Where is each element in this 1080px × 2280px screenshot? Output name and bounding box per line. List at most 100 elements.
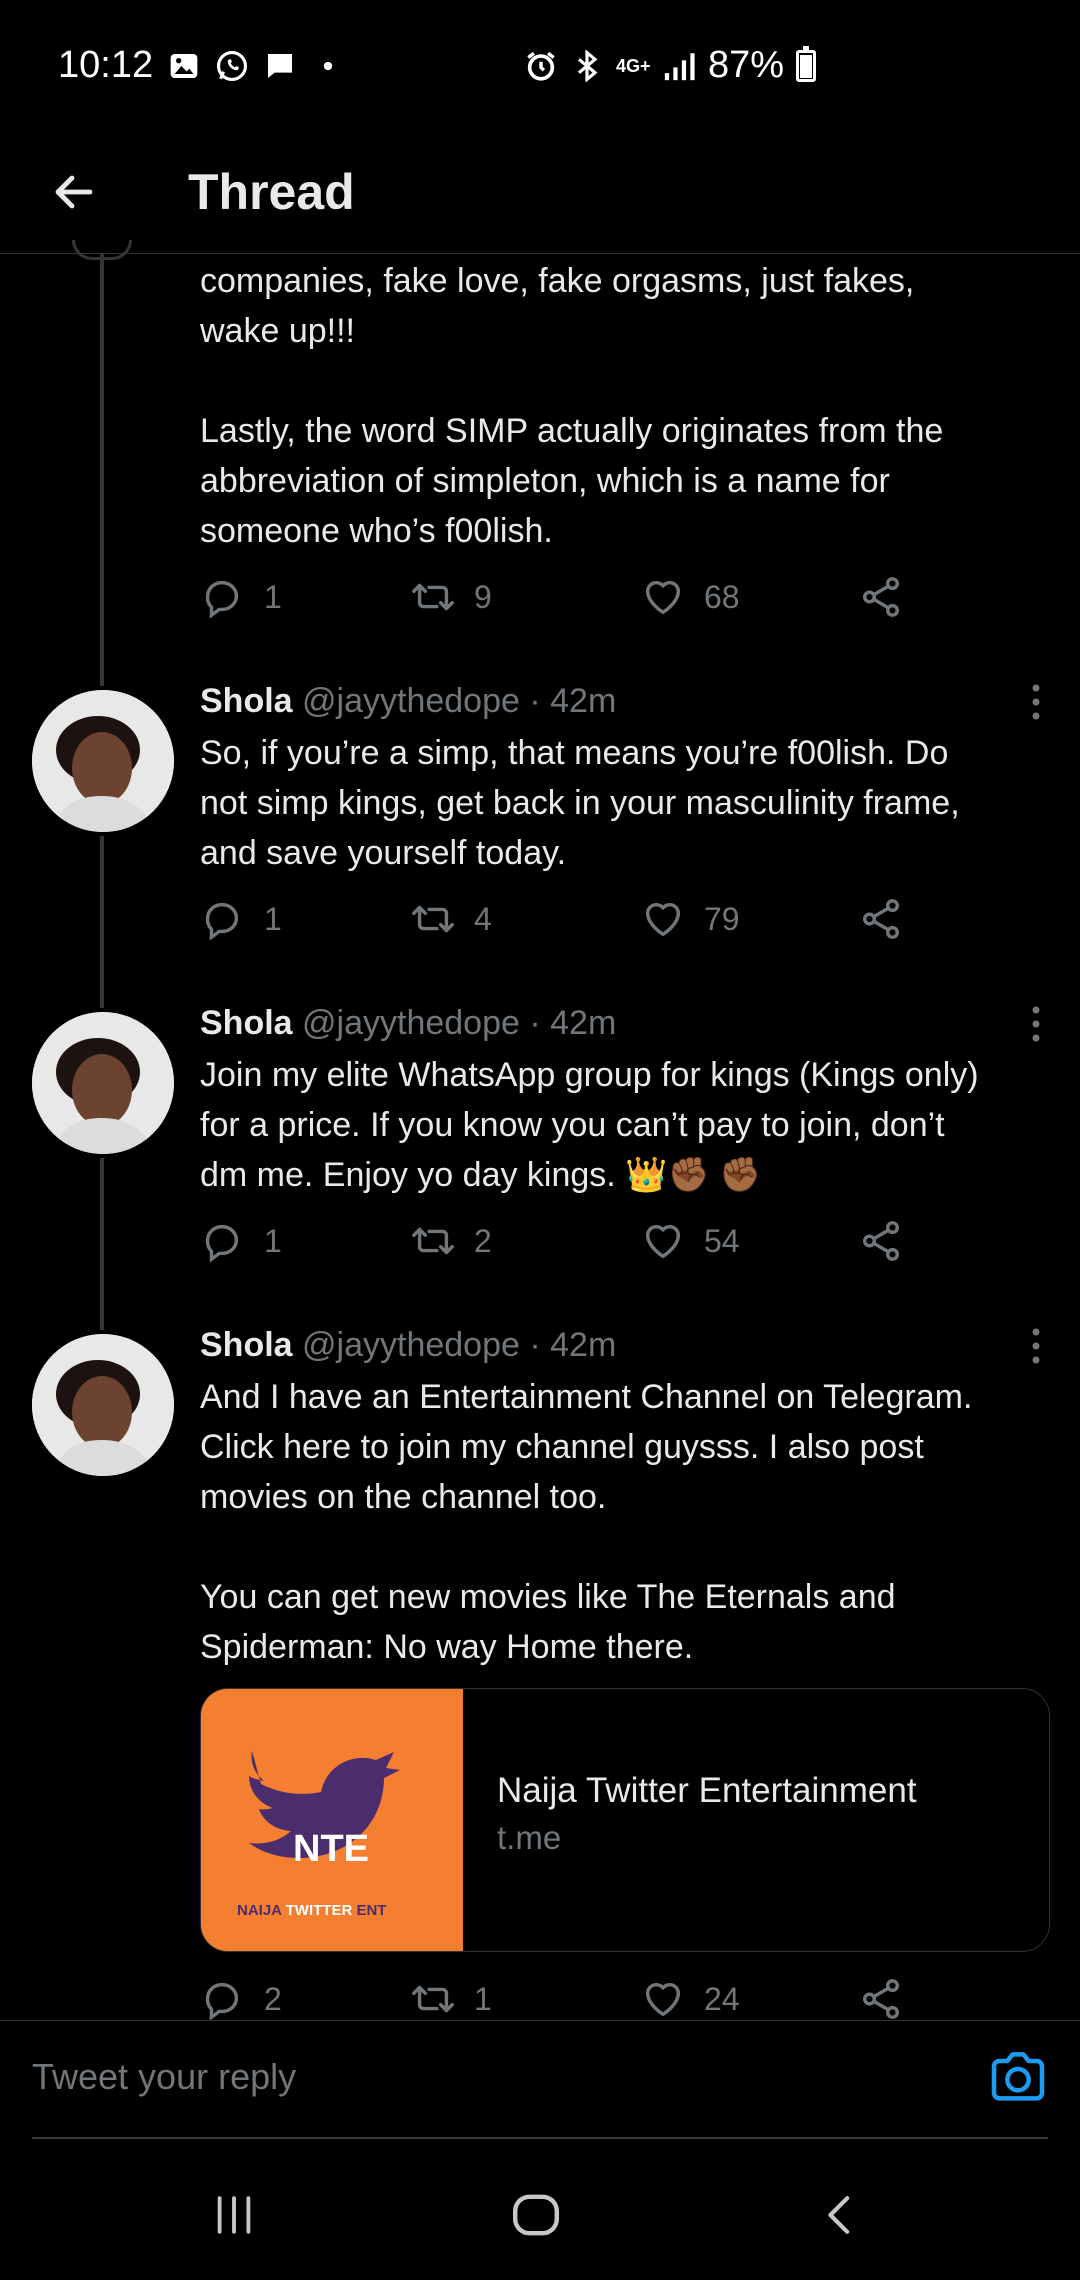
more-button[interactable] <box>1026 1326 1046 1366</box>
tweet-time: · 42m <box>529 1004 617 1042</box>
avatar[interactable] <box>32 1334 174 1476</box>
more-button[interactable] <box>1026 682 1046 722</box>
reply-input[interactable] <box>32 2047 952 2107</box>
system-nav-bar <box>0 2140 1080 2280</box>
share-icon <box>862 1979 900 2019</box>
retweet-button[interactable]: 9 <box>410 574 492 620</box>
reply-button[interactable]: 1 <box>200 896 282 942</box>
reply-count: 1 <box>264 900 282 937</box>
message-icon <box>263 49 297 83</box>
tweet-header: Shola @jayythedope · 42m <box>200 1320 616 1370</box>
dot-icon <box>311 49 345 83</box>
reply-underline <box>32 2137 1048 2139</box>
more-button[interactable] <box>1026 1004 1046 1044</box>
more-vertical-icon <box>1032 1006 1040 1042</box>
thread-connector <box>100 836 104 1008</box>
thread-connector <box>100 1158 104 1330</box>
svg-text:NAIJA TWITTER ENT: NAIJA TWITTER ENT <box>237 1902 386 1919</box>
tweet-text: companies, fake love, fake orgasms, just… <box>200 262 944 550</box>
retweet-count: 1 <box>474 1980 492 2017</box>
card-domain: t.me <box>497 1819 562 1856</box>
like-button[interactable]: 54 <box>640 1218 740 1264</box>
status-right: 4G+ 87% <box>524 44 816 87</box>
tweet-actions: 1 4 79 <box>200 896 920 956</box>
back-button[interactable] <box>42 160 106 224</box>
retweet-count: 2 <box>474 1222 492 1259</box>
retweet-count: 4 <box>474 900 492 937</box>
card-title: Naija Twitter Entertainment <box>497 1771 917 1810</box>
share-icon <box>862 577 900 617</box>
retweet-button[interactable]: 4 <box>410 896 492 942</box>
share-button[interactable] <box>858 1976 904 2020</box>
retweet-button[interactable]: 1 <box>410 1976 492 2020</box>
recent-apps-button[interactable] <box>194 2180 274 2250</box>
nte-logo-icon: NTE NAIJA TWITTER ENT <box>201 1689 463 1951</box>
share-button[interactable] <box>858 1218 904 1264</box>
author-handle[interactable]: @jayythedope <box>302 1326 520 1364</box>
card-image: NTE NAIJA TWITTER ENT <box>201 1689 463 1951</box>
share-button[interactable] <box>858 896 904 942</box>
author-name[interactable]: Shola <box>200 1326 293 1364</box>
battery-icon <box>796 45 816 82</box>
recent-apps-icon <box>217 2196 251 2234</box>
avatar[interactable] <box>32 1012 174 1154</box>
reply-button[interactable]: 2 <box>200 1976 282 2020</box>
status-bar: 10:12 4G+ 87% <box>0 0 1080 130</box>
like-button[interactable]: 79 <box>640 896 740 942</box>
tweet-text: And I have an Entertainment Channel on T… <box>200 1378 973 1666</box>
reply-icon <box>205 1982 239 2020</box>
author-name[interactable]: Shola <box>200 1004 293 1042</box>
gallery-icon <box>167 49 201 83</box>
like-button[interactable]: 24 <box>640 1976 740 2020</box>
thread-header: Thread <box>0 130 1080 254</box>
like-count: 79 <box>704 900 740 937</box>
alarm-icon <box>524 49 558 83</box>
chevron-left-icon <box>828 2196 850 2234</box>
battery-percent: 87% <box>707 44 784 86</box>
svg-text:NTE: NTE <box>293 1828 369 1870</box>
retweet-count: 9 <box>474 578 492 615</box>
tweet-time: · 42m <box>529 1326 617 1364</box>
avatar[interactable] <box>32 690 174 832</box>
more-vertical-icon <box>1032 1328 1040 1364</box>
reply-button[interactable]: 1 <box>200 1218 282 1264</box>
reply-icon <box>205 580 239 619</box>
tweet-actions: 1 2 54 <box>200 1218 920 1278</box>
heart-icon <box>645 902 681 937</box>
back-nav-button[interactable] <box>800 2180 880 2250</box>
reply-count: 1 <box>264 1222 282 1259</box>
tweet-actions: 1 9 68 <box>200 574 920 634</box>
author-handle[interactable]: @jayythedope <box>302 682 520 720</box>
share-icon <box>862 1221 900 1261</box>
whatsapp-icon <box>215 49 249 83</box>
like-count: 68 <box>704 578 740 615</box>
retweet-button[interactable]: 2 <box>410 1218 492 1264</box>
like-button[interactable]: 68 <box>640 574 740 620</box>
home-button[interactable] <box>496 2180 576 2250</box>
camera-button[interactable] <box>986 2045 1050 2109</box>
status-time: 10:12 <box>58 44 154 86</box>
heart-icon <box>645 1982 681 2017</box>
signal-icon <box>662 49 696 83</box>
link-card[interactable]: NTE NAIJA TWITTER ENT Naija Twitter Ente… <box>200 1688 1050 1952</box>
bluetooth-icon <box>570 49 604 83</box>
home-icon <box>512 2194 560 2236</box>
tweet-text: So, if you’re a simp, that means you’re … <box>200 734 960 872</box>
tweet-time: · 42m <box>529 682 617 720</box>
arrow-left-icon <box>55 175 93 209</box>
heart-icon <box>645 1224 681 1259</box>
author-handle[interactable]: @jayythedope <box>302 1004 520 1042</box>
retweet-icon <box>412 905 454 933</box>
tweet-text: Join my elite WhatsApp group for kings (… <box>200 1056 979 1194</box>
retweet-icon <box>412 583 454 611</box>
more-vertical-icon <box>1032 684 1040 720</box>
like-count: 54 <box>704 1222 740 1259</box>
avatar-partial <box>72 240 132 260</box>
reply-button[interactable]: 1 <box>200 574 282 620</box>
retweet-icon <box>412 1985 454 2013</box>
status-left: 10:12 <box>58 44 345 87</box>
reply-icon <box>205 902 239 941</box>
author-name[interactable]: Shola <box>200 682 293 720</box>
reply-count: 1 <box>264 578 282 615</box>
share-button[interactable] <box>858 574 904 620</box>
